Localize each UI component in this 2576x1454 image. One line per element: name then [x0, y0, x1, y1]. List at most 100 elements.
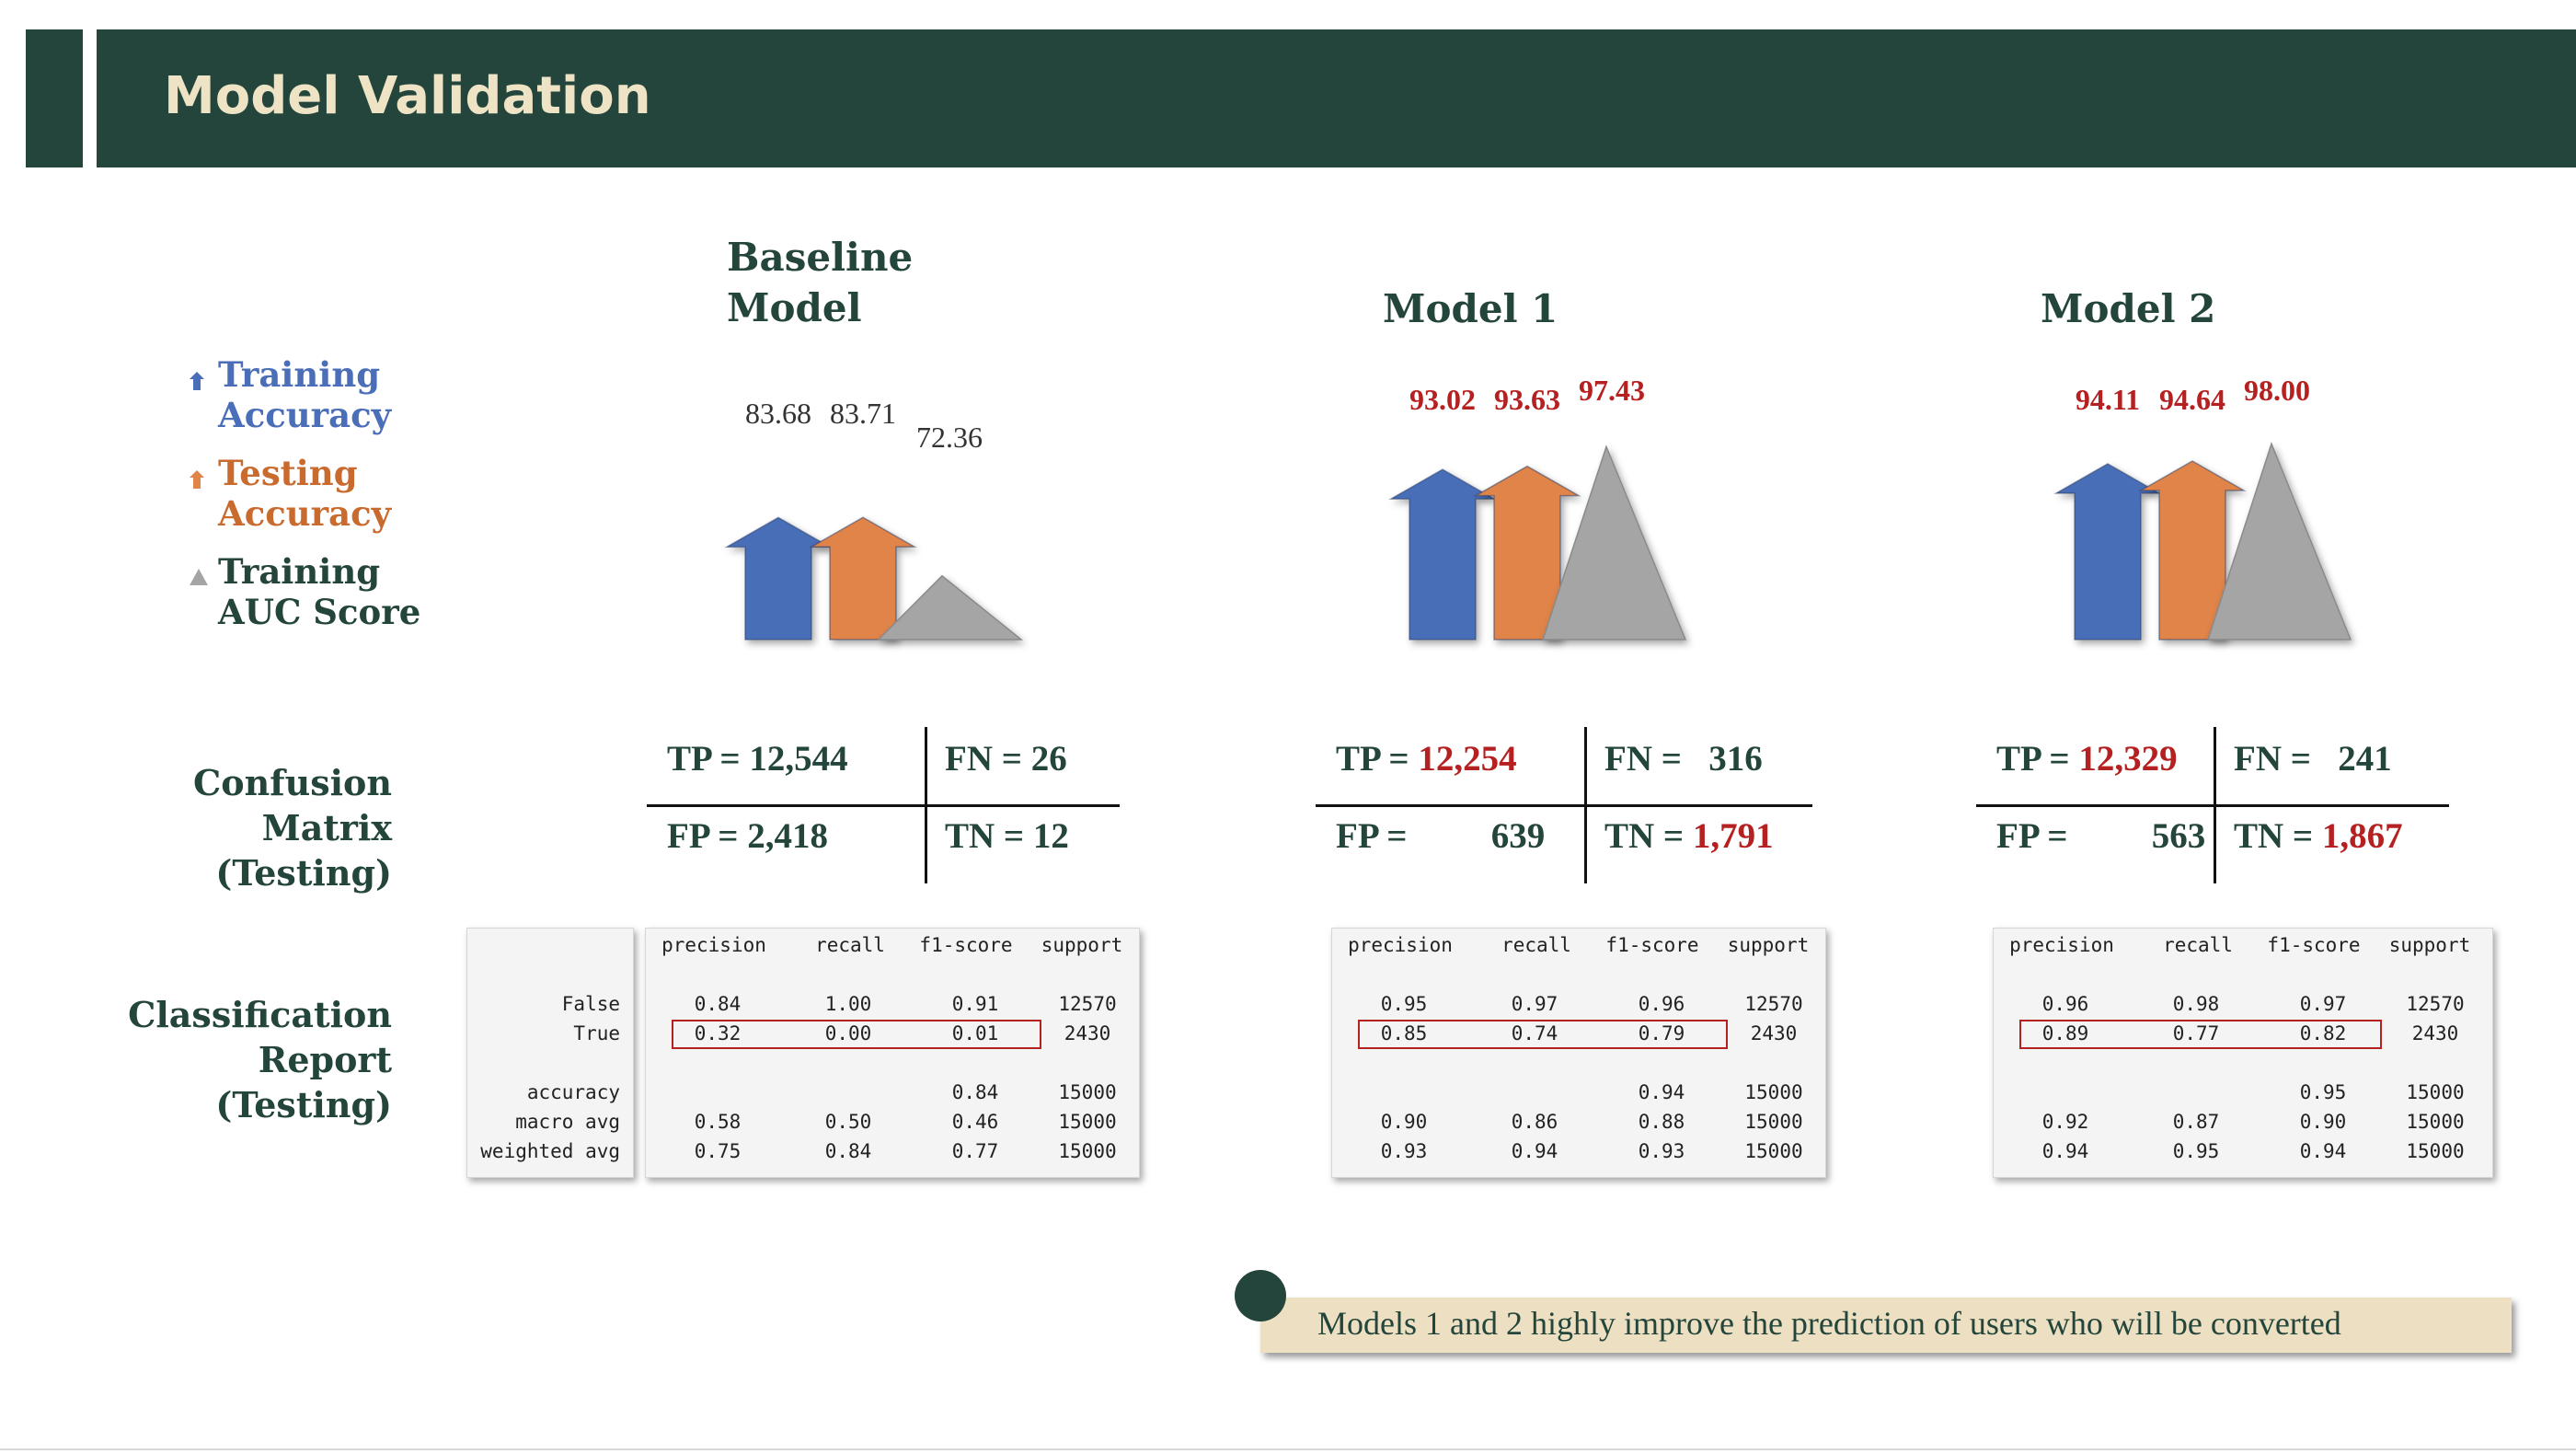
report-header-recall: recall	[1501, 934, 1571, 956]
report-header-precision: precision	[2009, 934, 2114, 956]
legend-label-line1: Testing	[218, 453, 358, 493]
auc-score-triangle	[2206, 442, 2352, 640]
report-cell-macro: 15000	[2406, 1111, 2465, 1133]
header-accent-bar	[26, 29, 83, 167]
report-cell-macro: 0.90	[1380, 1111, 1428, 1133]
confusion-matrix-model-2: TP = 12,329 FN = 241 FP = 563 TN = 1,867	[1976, 727, 2455, 883]
auc-score-label: 72.36	[916, 421, 983, 454]
row-label-line: Matrix	[261, 807, 392, 848]
row-label-line: (Testing)	[215, 1084, 392, 1125]
cm-fp: FP = 639	[1336, 815, 1545, 858]
row-label-line: (Testing)	[215, 852, 392, 894]
legend-label-line2: Accuracy	[218, 395, 392, 435]
training-accuracy-arrow	[724, 516, 833, 640]
metrics-chart-model-2: 94.11 94.64 98.00	[2053, 374, 2352, 640]
row-label-line: Classification	[128, 994, 392, 1035]
cm-tn-label: TN =	[945, 816, 1033, 856]
page-title: Model Validation	[164, 66, 651, 126]
report-cell-macro: 0.90	[2299, 1111, 2347, 1133]
metrics-chart-baseline: 83.68 83.71 72.36	[724, 397, 1024, 640]
callout-bullet-icon	[1235, 1270, 1286, 1321]
footer-divider	[0, 1448, 2576, 1450]
report-cell-accuracy: 0.95	[2299, 1081, 2347, 1103]
report-header-precision: precision	[661, 934, 766, 956]
report-cell-weighted: 0.94	[2299, 1140, 2347, 1162]
report-cell-macro: 0.58	[694, 1111, 742, 1133]
report-row-label: macro avg	[515, 1111, 620, 1133]
cm-tp-label: TP =	[667, 739, 750, 779]
auc-score-triangle	[877, 574, 1024, 640]
cm-divider-horizontal	[647, 804, 1120, 807]
report-cell-weighted: 0.94	[1511, 1140, 1558, 1162]
cm-tn-label: TN =	[1604, 816, 1693, 856]
report-header-f1-score: f1-score	[919, 934, 1013, 956]
report-cell-macro: 0.92	[2041, 1111, 2089, 1133]
report-cell-macro: 0.86	[1511, 1111, 1558, 1133]
model-title-line1: Model 1	[1383, 286, 1558, 331]
report-header-precision: precision	[1348, 934, 1453, 956]
cm-fp-label: FP =	[1336, 816, 1417, 856]
cm-tp: TP = 12,254	[1336, 738, 1517, 780]
row-label-classification-report: Classification Report (Testing)	[61, 992, 392, 1127]
report-row-label: weighted avg	[480, 1140, 620, 1162]
report-cell-weighted: 15000	[2406, 1140, 2465, 1162]
model-title-line1: Baseline	[727, 235, 914, 280]
callout-text: Models 1 and 2 highly improve the predic…	[1317, 1305, 2341, 1342]
report-cell-false: 0.84	[694, 993, 742, 1015]
report-cell-false: 0.96	[1638, 993, 1685, 1015]
report-header-f1-score: f1-score	[2267, 934, 2361, 956]
report-cell-false: 0.95	[1380, 993, 1428, 1015]
report-cell-weighted: 0.93	[1380, 1140, 1428, 1162]
report-cell-false: 0.98	[2172, 993, 2220, 1015]
report-cell-weighted: 0.75	[694, 1140, 742, 1162]
true-row-highlight	[1358, 1020, 1728, 1049]
cm-fn: FN = 241	[2234, 738, 2392, 780]
cm-tn-value: 1,867	[2321, 816, 2403, 856]
cm-tn: TN = 1,867	[2234, 815, 2403, 858]
report-header-f1-score: f1-score	[1605, 934, 1699, 956]
cm-fp-label: FP =	[667, 816, 748, 856]
report-header-support: support	[2388, 934, 2471, 956]
auc-score-label: 97.43	[1579, 374, 1645, 407]
true-row-highlight	[672, 1020, 1041, 1049]
report-cell-macro: 15000	[1058, 1111, 1117, 1133]
legend-label-line1: Training	[218, 551, 381, 592]
testing-accuracy-label: 83.71	[830, 397, 896, 430]
report-cell-weighted: 0.84	[824, 1140, 872, 1162]
cm-tn-value: 12	[1032, 816, 1069, 856]
cm-divider-vertical	[1584, 727, 1587, 883]
report-cell-macro: 0.88	[1638, 1111, 1685, 1133]
legend-label-line1: Training	[218, 354, 381, 395]
report-cell-true: 2430	[1064, 1022, 1111, 1044]
model-title-model-2: Model 2	[2041, 283, 2215, 334]
report-cell-weighted: 15000	[1058, 1140, 1117, 1162]
classification-report-model-1: precision recall f1-score support 0.95 0.97 0.…	[1331, 928, 1826, 1178]
cm-fn-value: 26	[1030, 739, 1067, 779]
training-accuracy-label: 93.02	[1409, 383, 1476, 416]
report-header-recall: recall	[815, 934, 885, 956]
report-cell-weighted: 15000	[1744, 1140, 1803, 1162]
cm-tn: TN = 12	[945, 815, 1069, 858]
model-title-line1: Model 2	[2041, 286, 2216, 331]
row-label-line: Confusion	[193, 762, 392, 803]
legend-label-line2: Accuracy	[218, 493, 392, 534]
report-cell-weighted: 0.95	[2172, 1140, 2220, 1162]
cm-fn-value: 241	[2338, 739, 2392, 779]
report-cell-accuracy: 15000	[2406, 1081, 2465, 1103]
cm-tn-label: TN =	[2234, 816, 2322, 856]
report-cell-false: 0.97	[2299, 993, 2347, 1015]
report-row-labels-panel: False True accuracy macro avg weighted a…	[466, 928, 634, 1178]
training-accuracy-label: 94.11	[2076, 383, 2140, 416]
cm-divider-vertical	[2214, 727, 2216, 883]
gray-triangle-icon	[190, 569, 208, 585]
report-cell-accuracy: 0.84	[951, 1081, 999, 1103]
report-cell-accuracy: 15000	[1058, 1081, 1117, 1103]
row-label-confusion-matrix: Confusion Matrix (Testing)	[61, 760, 392, 895]
report-row-label: accuracy	[526, 1081, 620, 1103]
cm-fn-label: FN =	[1604, 739, 1691, 779]
report-cell-weighted: 0.94	[2041, 1140, 2089, 1162]
report-row-label: True	[573, 1022, 620, 1044]
cm-tp: TP = 12,544	[667, 738, 848, 780]
cm-divider-horizontal	[1976, 804, 2449, 807]
report-cell-accuracy: 15000	[1744, 1081, 1803, 1103]
